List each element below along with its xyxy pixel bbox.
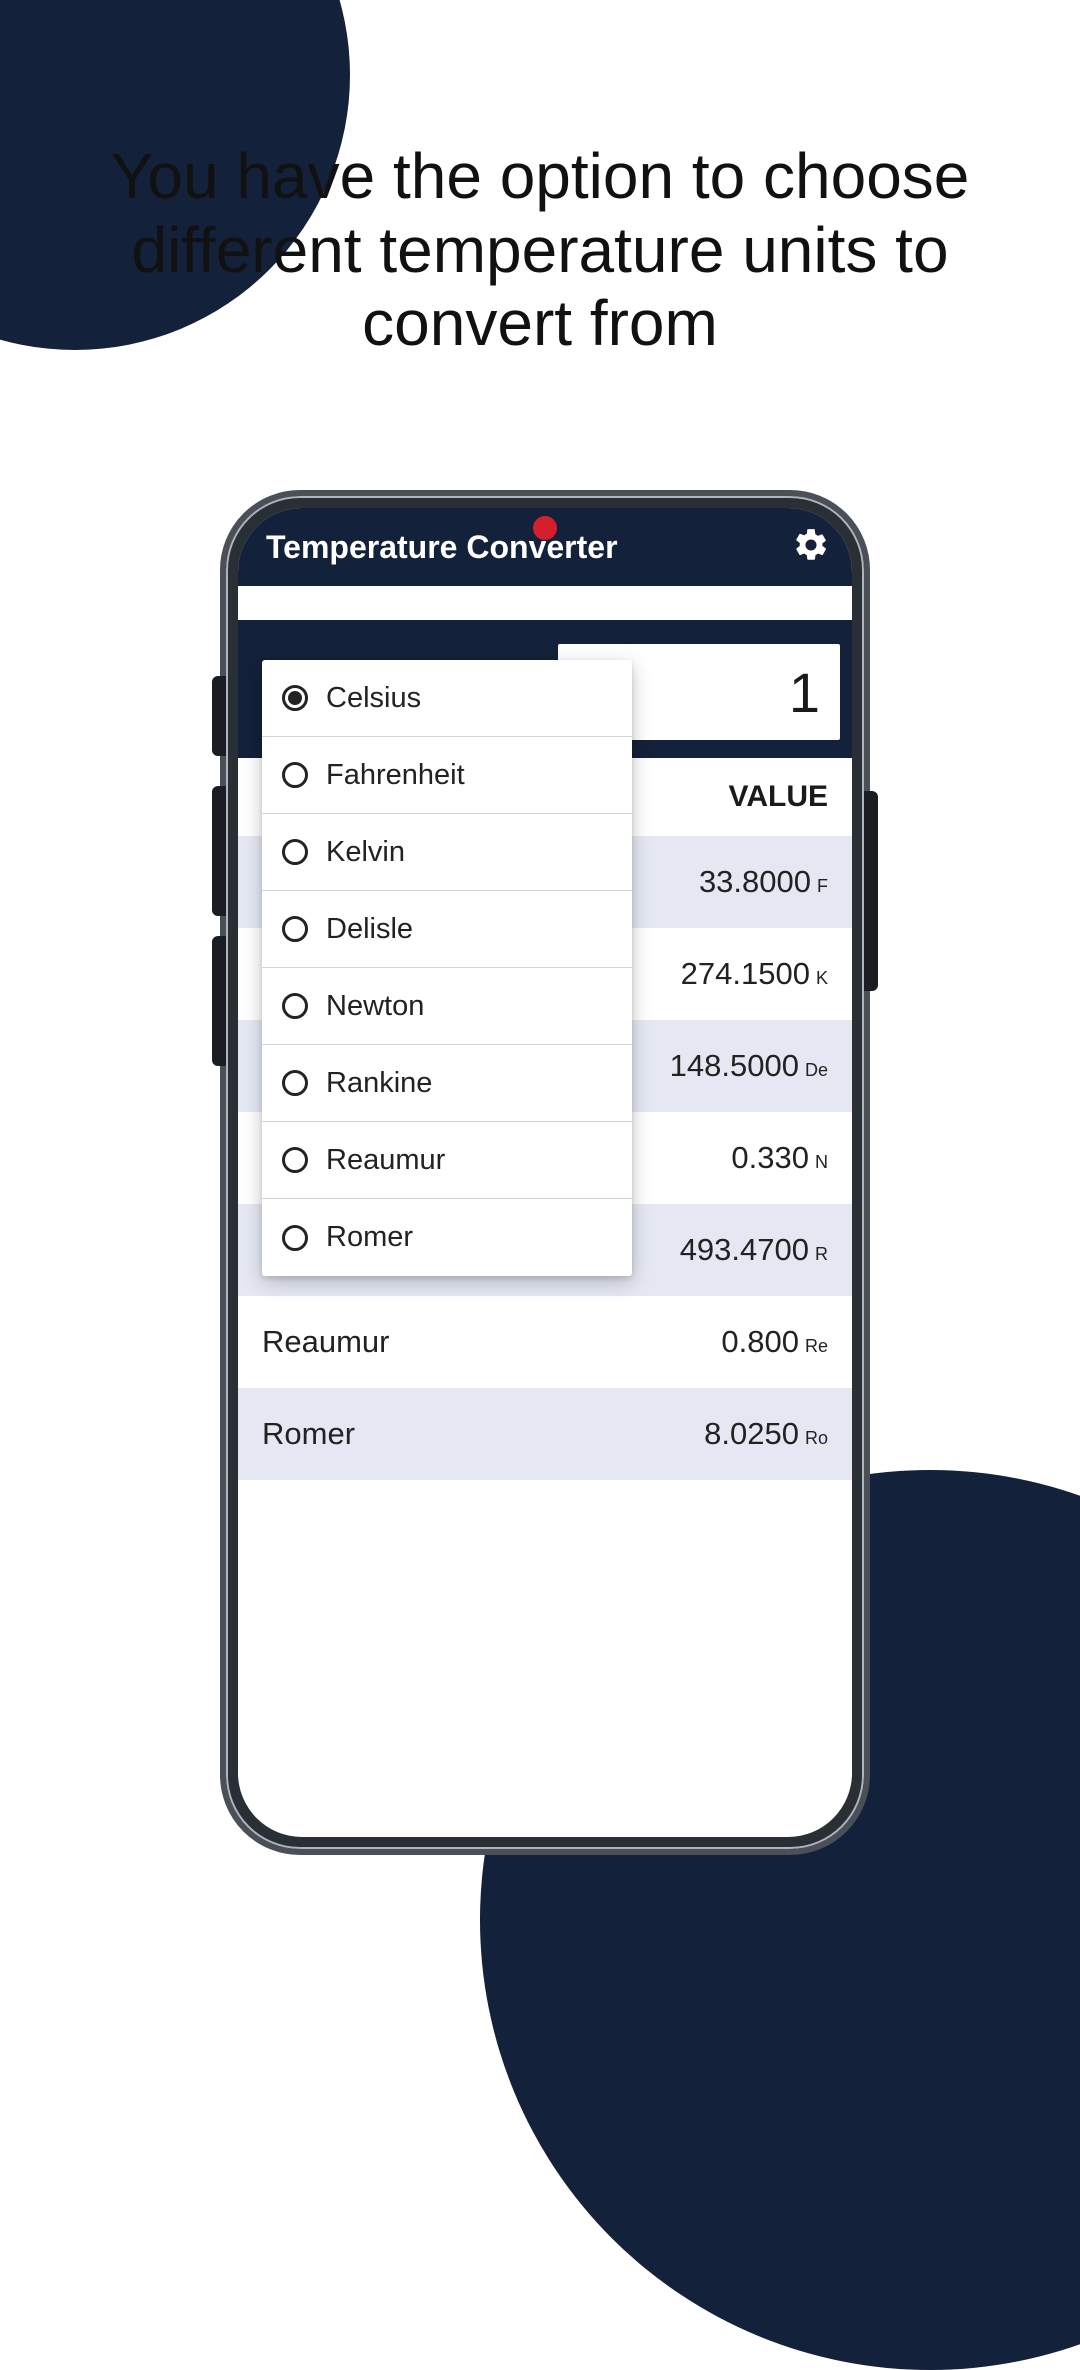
row-value-suffix: F — [817, 876, 828, 897]
row-value-number: 493.4700 — [680, 1232, 809, 1268]
radio-icon — [282, 916, 308, 942]
dropdown-option-label: Celsius — [326, 682, 421, 715]
table-row: Reaumur 0.800 Re — [238, 1296, 852, 1388]
phone-frame: Temperature Converter 1 U VALUE 33.8000F… — [220, 490, 870, 1855]
marketing-heading: You have the option to choose different … — [0, 140, 1080, 361]
row-value-number: 0.800 — [721, 1324, 799, 1360]
app-title: Temperature Converter — [266, 529, 618, 566]
row-value-number: 0.330 — [731, 1140, 809, 1176]
row-value-suffix: N — [815, 1152, 828, 1173]
row-value-number: 274.1500 — [681, 956, 810, 992]
row-value: 8.0250 Ro — [704, 1416, 828, 1452]
radio-icon — [282, 685, 308, 711]
spacer-strip — [238, 586, 852, 620]
row-value-suffix: Ro — [805, 1428, 828, 1449]
table-row: Romer 8.0250 Ro — [238, 1388, 852, 1480]
dropdown-option-label: Rankine — [326, 1067, 432, 1100]
radio-icon — [282, 839, 308, 865]
row-value: 148.5000 De — [670, 1048, 828, 1084]
row-value-suffix: De — [805, 1060, 828, 1081]
dropdown-option-label: Fahrenheit — [326, 759, 465, 792]
dropdown-option[interactable]: Fahrenheit — [262, 737, 632, 814]
row-value: 0.800 Re — [721, 1324, 828, 1360]
phone-volume-down — [212, 936, 226, 1066]
row-value-suffix: R — [815, 1244, 828, 1265]
unit-dropdown[interactable]: Celsius Fahrenheit Kelvin Delisle Newton Rank… — [262, 660, 632, 1276]
dropdown-option[interactable]: Celsius — [262, 660, 632, 737]
radio-icon — [282, 993, 308, 1019]
phone-power-button — [864, 791, 878, 991]
row-unit-label: Reaumur — [262, 1324, 390, 1360]
dropdown-option-label: Kelvin — [326, 836, 405, 869]
row-value-suffix: K — [816, 968, 828, 989]
row-value-suffix: Re — [805, 1336, 828, 1357]
dropdown-option[interactable]: Delisle — [262, 891, 632, 968]
dropdown-option-label: Newton — [326, 990, 424, 1023]
phone-screen: Temperature Converter 1 U VALUE 33.8000F… — [238, 508, 852, 1837]
camera-notch — [533, 516, 557, 540]
gear-icon[interactable] — [792, 526, 830, 569]
dropdown-option[interactable]: Newton — [262, 968, 632, 1045]
column-value: VALUE — [729, 780, 828, 814]
dropdown-option[interactable]: Kelvin — [262, 814, 632, 891]
dropdown-option-label: Reaumur — [326, 1144, 445, 1177]
dropdown-option[interactable]: Romer — [262, 1199, 632, 1276]
row-value: 274.1500 K — [681, 956, 828, 992]
dropdown-option-label: Delisle — [326, 913, 413, 946]
radio-icon — [282, 1070, 308, 1096]
row-value: 0.330 N — [731, 1140, 828, 1176]
row-value: 33.8000 F — [699, 864, 828, 900]
dropdown-option[interactable]: Rankine — [262, 1045, 632, 1122]
phone-volume-up — [212, 786, 226, 916]
radio-icon — [282, 762, 308, 788]
row-value-number: 148.5000 — [670, 1048, 799, 1084]
dropdown-option[interactable]: Reaumur — [262, 1122, 632, 1199]
row-unit-label: Romer — [262, 1416, 355, 1452]
row-value-number: 8.0250 — [704, 1416, 799, 1452]
dropdown-option-label: Romer — [326, 1221, 413, 1254]
radio-icon — [282, 1147, 308, 1173]
phone-side-button — [212, 676, 226, 756]
value-input-text: 1 — [789, 660, 820, 725]
row-value-number: 33.8000 — [699, 864, 811, 900]
radio-icon — [282, 1225, 308, 1251]
row-value: 493.4700 R — [680, 1232, 828, 1268]
